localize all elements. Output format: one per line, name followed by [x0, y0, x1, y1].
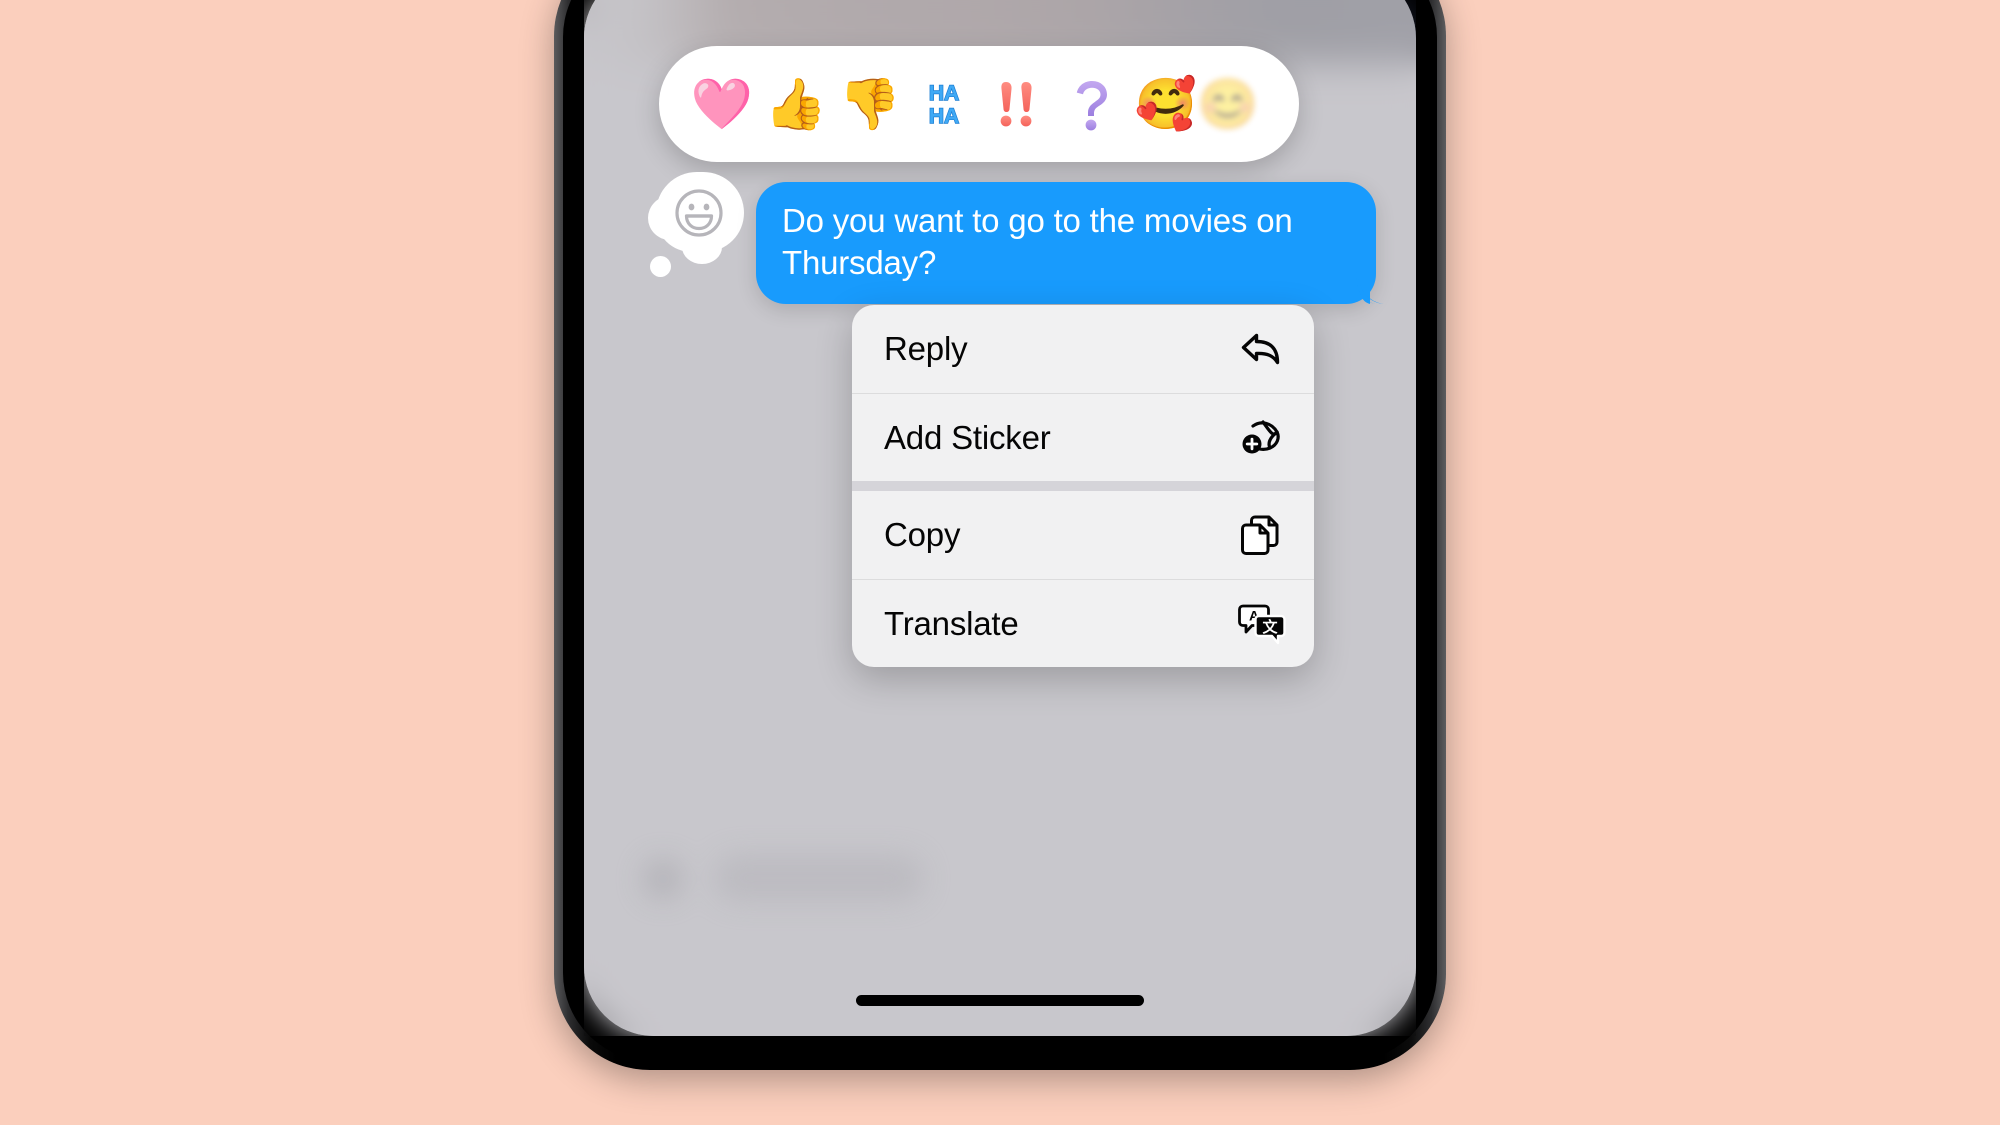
blurred-text-field: [714, 854, 924, 902]
thumbs-down-icon: 👎: [838, 76, 902, 132]
menu-item-reply[interactable]: Reply: [852, 305, 1314, 393]
menu-item-label: Copy: [884, 516, 961, 553]
menu-item-label: Reply: [884, 330, 968, 367]
tapback-reaction-bar[interactable]: 🩷 👍 👎 HA HA 🥰 😊: [659, 46, 1299, 162]
add-sticker-icon: [1238, 414, 1286, 462]
blurred-plus-icon: [642, 858, 684, 900]
thumbs-up-icon: 👍: [764, 76, 828, 132]
message-context-menu[interactable]: Reply Add Sticker Copy Translate A 文: [852, 305, 1314, 667]
tapback-thumbs-down[interactable]: 👎: [833, 67, 907, 141]
tapback-question[interactable]: [1055, 67, 1129, 141]
tapback-thumbs-up[interactable]: 👍: [759, 67, 833, 141]
message-row: Do you want to go to the movies on Thurs…: [648, 168, 1416, 305]
home-indicator[interactable]: [856, 995, 1144, 1006]
svg-text:文: 文: [1262, 618, 1278, 636]
svg-text:HA: HA: [929, 105, 959, 128]
tapback-heart[interactable]: 🩷: [685, 67, 759, 141]
tapback-smiling-face-with-hearts[interactable]: 🥰: [1129, 67, 1203, 141]
haha-icon: HA HA: [928, 81, 960, 128]
double-exclamation-icon: [1000, 82, 1032, 127]
menu-item-translate[interactable]: Translate A 文: [852, 579, 1314, 667]
reply-arrow-icon: [1238, 325, 1286, 373]
tapback-haha[interactable]: HA HA: [907, 67, 981, 141]
question-mark-icon: [1076, 81, 1107, 131]
menu-item-copy[interactable]: Copy: [852, 491, 1314, 579]
menu-group-divider: [852, 481, 1314, 491]
translate-speech-bubbles-icon: A 文: [1238, 600, 1286, 648]
tapback-more-emoji[interactable]: 😊: [1197, 67, 1259, 141]
smiling-face-with-hearts-icon: 🥰: [1134, 76, 1198, 132]
message-bubble[interactable]: Do you want to go to the movies on Thurs…: [756, 182, 1376, 305]
message-text: Do you want to go to the movies on Thurs…: [782, 202, 1293, 282]
menu-item-label: Translate: [884, 604, 1019, 642]
more-emoji-icon: 😊: [1196, 76, 1260, 132]
blurred-compose-bar: [618, 842, 1378, 916]
svg-text:HA: HA: [929, 82, 959, 105]
copy-documents-icon: [1238, 511, 1286, 559]
phone-screen: 🩷 👍 👎 HA HA 🥰 😊 Do you want to go to the…: [584, 0, 1416, 1036]
heart-icon: 🩷: [690, 76, 754, 132]
smiley-thought-bubble-icon[interactable]: [648, 168, 756, 286]
message-bubble-tail: [1356, 271, 1390, 305]
menu-item-add-sticker[interactable]: Add Sticker: [852, 393, 1314, 481]
phone-device-frame: 🩷 👍 👎 HA HA 🥰 😊 Do you want to go to the…: [554, 0, 1446, 1070]
tapback-exclamation[interactable]: [981, 67, 1055, 141]
thought-bubble-dot: [650, 256, 671, 277]
smiley-face-icon: [675, 189, 723, 237]
menu-item-label: Add Sticker: [884, 418, 1051, 456]
